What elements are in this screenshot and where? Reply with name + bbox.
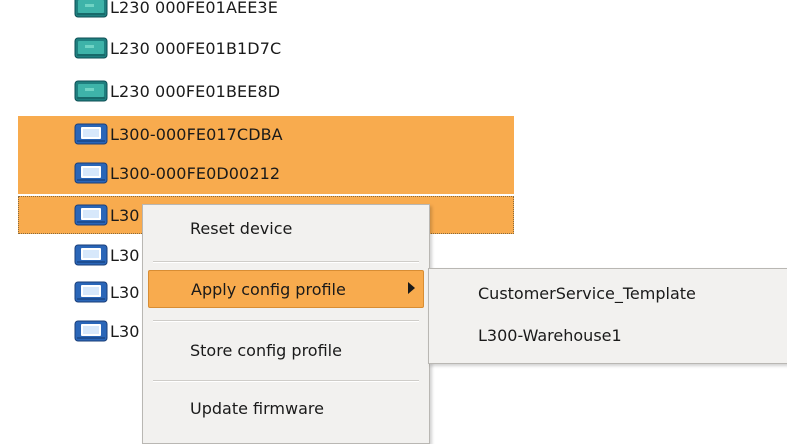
blue-terminal-icon [74,281,108,303]
green-terminal-icon [74,80,108,102]
blue-terminal-icon [74,162,108,184]
blue-terminal-icon [74,320,108,342]
menu-item-label: Apply config profile [191,279,346,299]
context-menu: Reset device Apply config profile Store … [142,204,430,444]
tree-item-device[interactable]: L230 000FE01BEE8D [74,73,280,109]
submenu-arrow-icon [408,282,415,294]
tree-item-device[interactable]: L30 [74,313,140,349]
device-label: L30 [110,205,140,225]
device-label: L230 000FE01B1D7C [110,38,282,58]
tree-item-device[interactable]: L230 000FE01B1D7C [74,30,281,66]
green-terminal-icon [74,37,108,59]
submenu-item-profile[interactable]: CustomerService_Template [478,275,696,311]
tree-item-device[interactable]: L30 [74,237,140,273]
device-label: L300-000FE0D00212 [110,163,281,183]
update-firmware-item[interactable]: Update firmware [148,389,424,427]
menu-item-label: Reset device [190,218,293,238]
device-label: L300-000FE017CDBA [110,124,283,144]
store-config-profile-item[interactable]: Store config profile [148,331,424,369]
submenu-item-label: CustomerService_Template [478,283,696,303]
menu-separator [153,261,419,263]
device-label: L30 [110,245,140,265]
tree-item-device[interactable]: L300-000FE0D00212 [74,155,280,191]
tree-item-device[interactable]: L230 000FE01AEE3E [74,0,278,25]
config-profile-submenu: CustomerService_Template L300-Warehouse1 [428,268,787,364]
tree-item-device[interactable]: L30 [74,197,140,233]
blue-terminal-icon [74,204,108,226]
submenu-item-label: L300-Warehouse1 [478,325,622,345]
menu-separator [153,320,419,322]
tree-item-device[interactable]: L30 [74,274,140,310]
tree-item-device[interactable]: L300-000FE017CDBA [74,116,283,152]
menu-separator [153,380,419,382]
reset-device-item[interactable]: Reset device [148,209,424,247]
green-terminal-icon [74,0,108,18]
device-label: L30 [110,321,140,341]
menu-item-label: Store config profile [190,340,342,360]
device-label: L230 000FE01BEE8D [110,81,281,101]
apply-config-profile-item[interactable]: Apply config profile [148,270,424,308]
submenu-item-profile[interactable]: L300-Warehouse1 [478,317,622,353]
blue-terminal-icon [74,244,108,266]
blue-terminal-icon [74,123,108,145]
menu-item-label: Update firmware [190,398,324,418]
device-label: L30 [110,282,140,302]
device-label: L230 000FE01AEE3E [110,0,278,17]
